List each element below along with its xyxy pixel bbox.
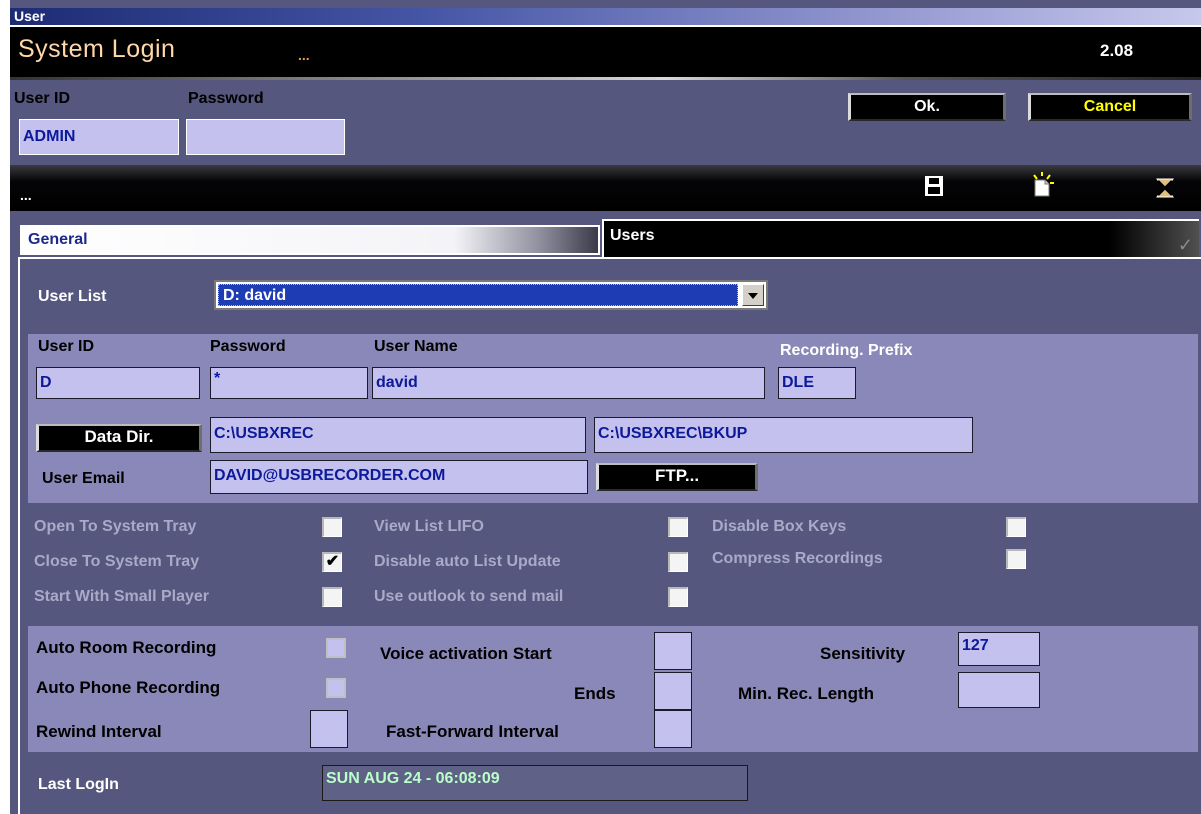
view-list-lifo-label: View List LIFO [374, 518, 484, 535]
open-to-tray-checkbox[interactable] [322, 517, 342, 537]
toolbar-strip: ... [10, 165, 1201, 211]
sensitivity-field[interactable]: 127 [958, 632, 1040, 666]
user-id-field[interactable]: D [36, 367, 200, 399]
voice-activation-start-label: Voice activation Start [380, 644, 552, 663]
ftp-button[interactable]: FTP... [596, 463, 758, 491]
min-rec-length-field[interactable] [958, 672, 1040, 708]
tab-general-label: General [28, 231, 88, 248]
user-list-label: User List [38, 288, 107, 305]
min-rec-length-label: Min. Rec. Length [738, 684, 874, 703]
user-id-label: User ID [38, 338, 95, 355]
chevron-down-icon[interactable] [742, 284, 764, 306]
start-small-player-checkbox[interactable] [322, 587, 342, 607]
delete-icon[interactable] [1154, 177, 1176, 199]
recording-prefix-label: Recording. Prefix [780, 342, 913, 359]
user-name-label: User Name [374, 338, 458, 355]
rewind-interval-field[interactable] [310, 710, 348, 748]
use-outlook-label: Use outlook to send mail [374, 588, 564, 605]
sensitivity-label: Sensitivity [820, 644, 906, 663]
new-icon[interactable] [1028, 171, 1056, 199]
login-password-label: Password [188, 90, 264, 107]
backup-dir-field[interactable]: C:\USBXREC\BKUP [594, 417, 973, 453]
recording-panel: Auto Room Recording Auto Phone Recording… [28, 626, 1198, 752]
last-login-field: SUN AUG 24 - 06:08:09 [322, 765, 748, 801]
login-user-id-label: User ID [14, 90, 71, 107]
user-window: User System Login ... 2.08 User ID Passw… [10, 0, 1201, 814]
app-version: 2.08 [1100, 41, 1134, 60]
user-list-dropdown[interactable]: D: david [214, 280, 768, 310]
tab-users-label: Users [610, 227, 655, 244]
disable-auto-list-update-checkbox[interactable] [668, 552, 688, 572]
user-name-field[interactable]: david [372, 367, 765, 399]
auto-phone-recording-checkbox[interactable] [326, 678, 346, 698]
close-to-tray-checkbox[interactable]: ✔ [322, 552, 342, 572]
user-details-panel: User ID Password User Name Recording. Pr… [28, 334, 1198, 503]
window-titlebar[interactable]: User [10, 8, 1201, 25]
app-title: System Login [18, 35, 176, 63]
ok-button[interactable]: Ok. [848, 93, 1006, 121]
app-title-dots: ... [298, 47, 310, 63]
last-login-label: Last LogIn [38, 776, 119, 793]
ends-label: Ends [574, 684, 616, 703]
disable-box-keys-label: Disable Box Keys [712, 518, 847, 535]
close-to-tray-label: Close To System Tray [34, 553, 200, 570]
login-user-id-field[interactable]: ADMIN [19, 119, 179, 155]
disable-box-keys-checkbox[interactable] [1006, 517, 1026, 537]
save-icon[interactable] [924, 175, 944, 197]
auto-phone-recording-label: Auto Phone Recording [36, 678, 221, 697]
recording-prefix-field[interactable]: DLE [778, 367, 856, 399]
open-to-tray-label: Open To System Tray [34, 518, 197, 535]
login-password-field[interactable] [186, 119, 345, 155]
cancel-button[interactable]: Cancel [1028, 93, 1192, 121]
compress-recordings-checkbox[interactable] [1006, 549, 1026, 569]
window-title: User [14, 8, 46, 24]
password-label: Password [210, 338, 286, 355]
tab-users[interactable]: Users ✓ [602, 219, 1199, 257]
auto-room-recording-label: Auto Room Recording [36, 638, 217, 657]
auto-room-recording-checkbox[interactable] [326, 638, 346, 658]
fast-forward-interval-label: Fast-Forward Interval [386, 722, 559, 741]
rewind-interval-label: Rewind Interval [36, 722, 162, 741]
data-dir-field[interactable]: C:\USBXREC [210, 417, 586, 453]
check-icon: ✓ [1177, 235, 1193, 255]
ends-field[interactable] [654, 672, 692, 710]
user-email-label: User Email [42, 470, 125, 487]
compress-recordings-label: Compress Recordings [712, 550, 883, 567]
user-email-field[interactable]: DAVID@USBRECORDER.COM [210, 460, 588, 494]
fast-forward-interval-field[interactable] [654, 710, 692, 748]
tab-general[interactable]: General [20, 225, 600, 255]
password-field[interactable]: * [210, 367, 368, 399]
use-outlook-checkbox[interactable] [668, 587, 688, 607]
view-list-lifo-checkbox[interactable] [668, 517, 688, 537]
start-small-player-label: Start With Small Player [34, 588, 210, 605]
data-dir-button[interactable]: Data Dir. [36, 424, 202, 452]
disable-auto-list-update-label: Disable auto List Update [374, 553, 561, 570]
user-list-selected: D: david [218, 284, 738, 306]
voice-activation-start-field[interactable] [654, 632, 692, 670]
header-separator [10, 77, 1201, 80]
toolbar-status-text: ... [20, 187, 32, 203]
app-header: System Login ... 2.08 [10, 25, 1201, 80]
